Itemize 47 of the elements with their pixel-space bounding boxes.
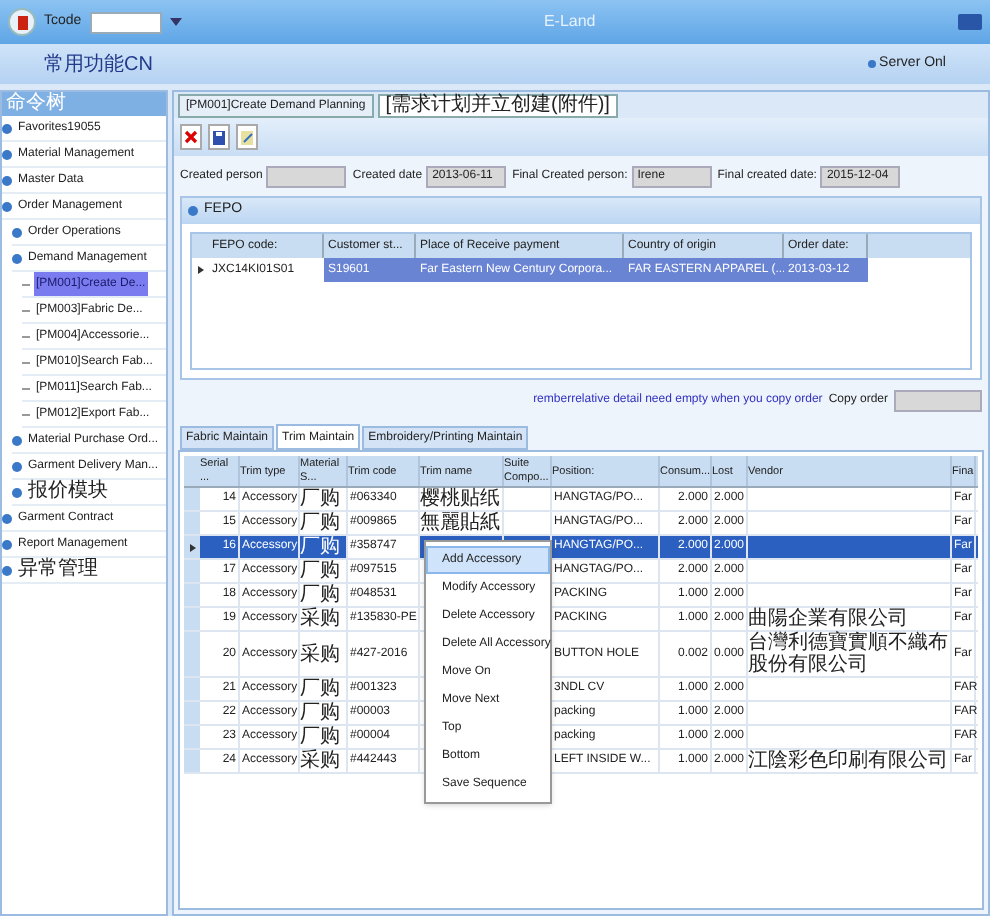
edit-button[interactable] [236, 124, 258, 150]
save-button[interactable] [208, 124, 230, 150]
node-icon [12, 435, 22, 445]
dropdown-icon[interactable] [169, 18, 182, 26]
table-cell: 厂购 [300, 702, 340, 724]
node-icon [12, 227, 22, 237]
table-cell: 樱桃贴纸 [420, 488, 500, 510]
close-icon [184, 130, 198, 144]
table-cell: 采购 [300, 750, 340, 772]
node-icon [12, 487, 22, 497]
table-cell: 江陰彩色印刷有限公司 [748, 750, 948, 772]
row-pointer-icon [189, 543, 195, 551]
table-cell: 采购 [300, 643, 340, 665]
node-icon [2, 201, 12, 211]
sidebar-title: 命令树 [6, 92, 68, 116]
node-icon [2, 539, 12, 549]
table-cell: 厂购 [300, 488, 340, 510]
tcode-field[interactable] [89, 11, 162, 33]
copy-order-field[interactable] [894, 389, 982, 411]
tree-item[interactable]: 异常管理 [16, 558, 100, 582]
node-icon [2, 513, 12, 523]
node-icon [2, 565, 12, 575]
document-tab[interactable]: [需求计划并立创建(附件)] [377, 94, 618, 118]
collapse-icon[interactable] [188, 206, 198, 216]
table-cell: 厂购 [300, 726, 340, 748]
close-button[interactable] [180, 124, 202, 150]
menu-label[interactable]: 常用功能CN [44, 49, 868, 79]
table-cell: 厂购 [300, 512, 340, 534]
node-icon [2, 123, 12, 133]
table-cell: 無麗貼紙 [420, 512, 500, 534]
node-icon [2, 175, 12, 185]
node-icon [12, 461, 22, 471]
save-icon [212, 129, 226, 145]
table-cell: 厂购 [300, 584, 340, 606]
table-cell: 厂购 [300, 560, 340, 582]
form-field[interactable] [266, 165, 347, 187]
edit-icon [240, 129, 254, 145]
table-cell: 厂购 [300, 678, 340, 700]
node-icon [2, 149, 12, 159]
tree-item[interactable]: 报价模块 [26, 480, 110, 504]
table-cell: 采购 [300, 608, 340, 630]
app-logo-icon [8, 8, 36, 36]
window-title: E-Land [541, 10, 598, 34]
table-cell: 厂购 [300, 536, 340, 558]
table-cell: 台灣利德寶實順不織布股份有限公司 [748, 632, 950, 676]
node-icon [12, 253, 22, 263]
table-cell: 曲陽企業有限公司 [748, 608, 908, 630]
